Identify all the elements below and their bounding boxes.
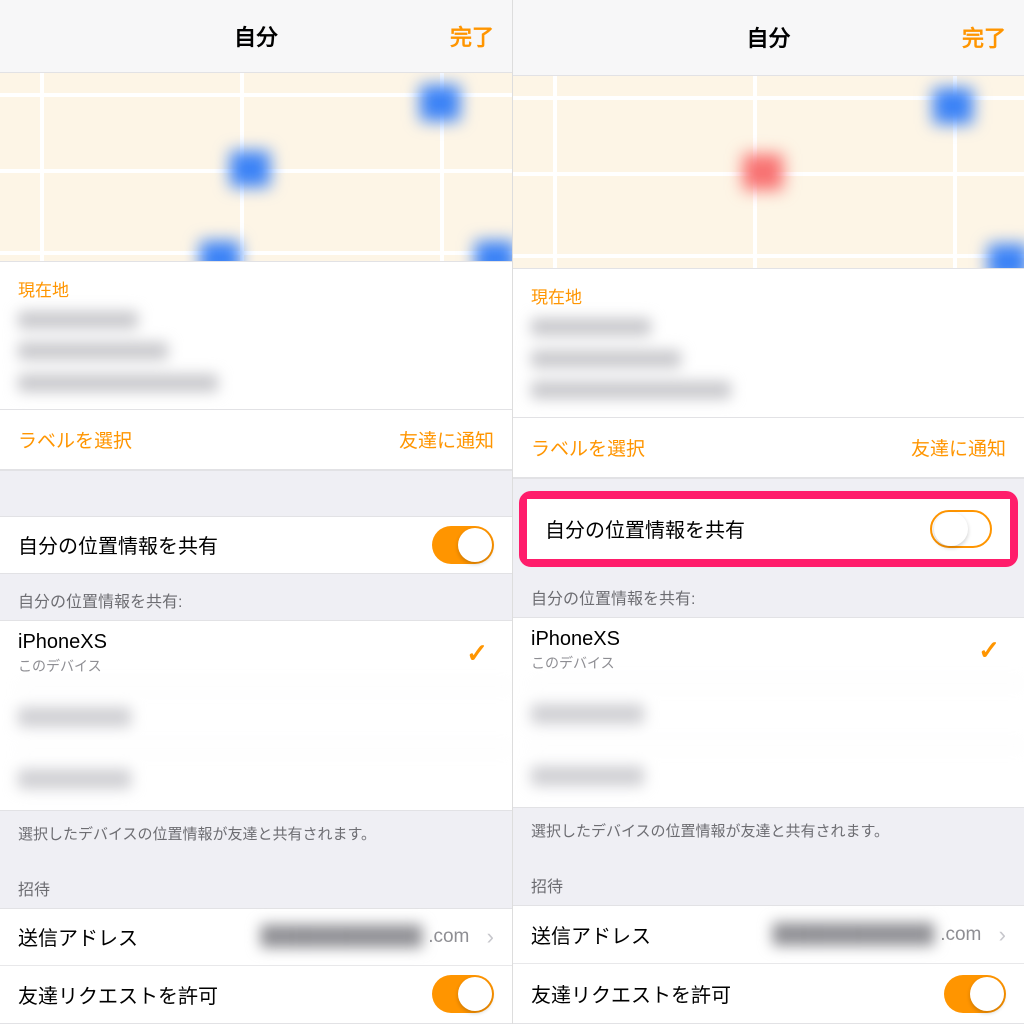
nav-title: 自分 bbox=[746, 21, 790, 53]
share-location-label: 自分の位置情報を共有 bbox=[18, 530, 218, 559]
done-button[interactable]: 完了 bbox=[962, 21, 1006, 53]
device-row[interactable]: iPhoneXS このデバイス ✓ bbox=[513, 618, 1024, 683]
send-address-cell[interactable]: 送信アドレス ████████████.com › bbox=[0, 908, 512, 966]
location-dot-icon bbox=[743, 154, 783, 190]
map-preview[interactable] bbox=[0, 73, 512, 260]
current-location-address bbox=[531, 318, 1006, 413]
allow-requests-cell: 友達リクエストを許可 bbox=[513, 964, 1024, 1024]
current-location-label: 現在地 bbox=[18, 276, 494, 301]
allow-requests-toggle[interactable] bbox=[944, 975, 1006, 1013]
share-location-cell: 自分の位置情報を共有 bbox=[0, 516, 512, 574]
devices-header: 自分の位置情報を共有: bbox=[0, 574, 512, 620]
done-button[interactable]: 完了 bbox=[450, 20, 494, 52]
map-marker-icon bbox=[475, 241, 512, 260]
navbar: 自分 完了 bbox=[513, 0, 1024, 76]
current-location-section: 現在地 ラベルを選択 友達に通知 bbox=[513, 268, 1024, 479]
share-location-toggle[interactable] bbox=[432, 526, 494, 564]
highlight-frame: 自分の位置情報を共有 bbox=[519, 491, 1018, 567]
devices-header: 自分の位置情報を共有: bbox=[513, 563, 1024, 617]
location-dot-icon bbox=[230, 151, 270, 187]
device-row[interactable]: ████████ bbox=[531, 683, 1024, 745]
notify-friends-button[interactable]: 友達に通知 bbox=[399, 426, 494, 453]
devices-footer: 選択したデバイスの位置情報が友達と共有されます。 bbox=[513, 808, 1024, 859]
device-row[interactable]: iPhoneXS このデバイス ✓ bbox=[0, 621, 512, 686]
device-row[interactable]: ████████ bbox=[531, 745, 1024, 807]
share-location-cell: 自分の位置情報を共有 bbox=[527, 499, 1010, 559]
pane-right: 自分 完了 現在地 ラベルを選択 友達に通知 自分の位置情報を共有 自分の位置情… bbox=[512, 0, 1024, 1024]
invite-header: 招待 bbox=[513, 859, 1024, 905]
allow-requests-cell: 友達リクエストを許可 bbox=[0, 966, 512, 1024]
checkmark-icon: ✓ bbox=[978, 635, 1000, 666]
share-location-toggle[interactable] bbox=[930, 510, 992, 548]
email-icon: ████████████ bbox=[261, 926, 423, 948]
device-row[interactable]: ████████ bbox=[18, 748, 512, 810]
map-marker-icon bbox=[933, 88, 973, 124]
pane-left: 自分 完了 現在地 ラベルを選択 友達に通知 自分の位置情報を共有 自分の位置情… bbox=[0, 0, 512, 1024]
map-marker-icon bbox=[420, 85, 460, 121]
allow-requests-toggle[interactable] bbox=[432, 975, 494, 1013]
current-location-label: 現在地 bbox=[531, 283, 1006, 308]
device-list: iPhoneXS このデバイス ✓ ████████ ████████ bbox=[513, 617, 1024, 808]
map-marker-icon bbox=[988, 244, 1024, 269]
navbar: 自分 完了 bbox=[0, 0, 512, 73]
notify-friends-button[interactable]: 友達に通知 bbox=[911, 434, 1006, 461]
current-location-address bbox=[18, 311, 494, 406]
chevron-right-icon: › bbox=[999, 922, 1006, 948]
device-list: iPhoneXS このデバイス ✓ ████████ ████████ bbox=[0, 620, 512, 811]
share-location-label: 自分の位置情報を共有 bbox=[545, 514, 745, 543]
map-marker-icon bbox=[200, 241, 240, 260]
devices-footer: 選択したデバイスの位置情報が友達と共有されます。 bbox=[0, 811, 512, 862]
invite-header: 招待 bbox=[0, 862, 512, 908]
checkmark-icon: ✓ bbox=[466, 638, 488, 669]
nav-title: 自分 bbox=[234, 20, 278, 52]
select-label-button[interactable]: ラベルを選択 bbox=[531, 434, 645, 461]
current-location-section: 現在地 ラベルを選択 友達に通知 bbox=[0, 261, 512, 472]
email-icon: ████████████ bbox=[773, 924, 935, 946]
chevron-right-icon: › bbox=[487, 924, 494, 950]
map-preview[interactable] bbox=[513, 76, 1024, 269]
select-label-button[interactable]: ラベルを選択 bbox=[18, 426, 132, 453]
device-row[interactable]: ████████ bbox=[18, 686, 512, 748]
send-address-cell[interactable]: 送信アドレス ████████████.com › bbox=[513, 905, 1024, 965]
